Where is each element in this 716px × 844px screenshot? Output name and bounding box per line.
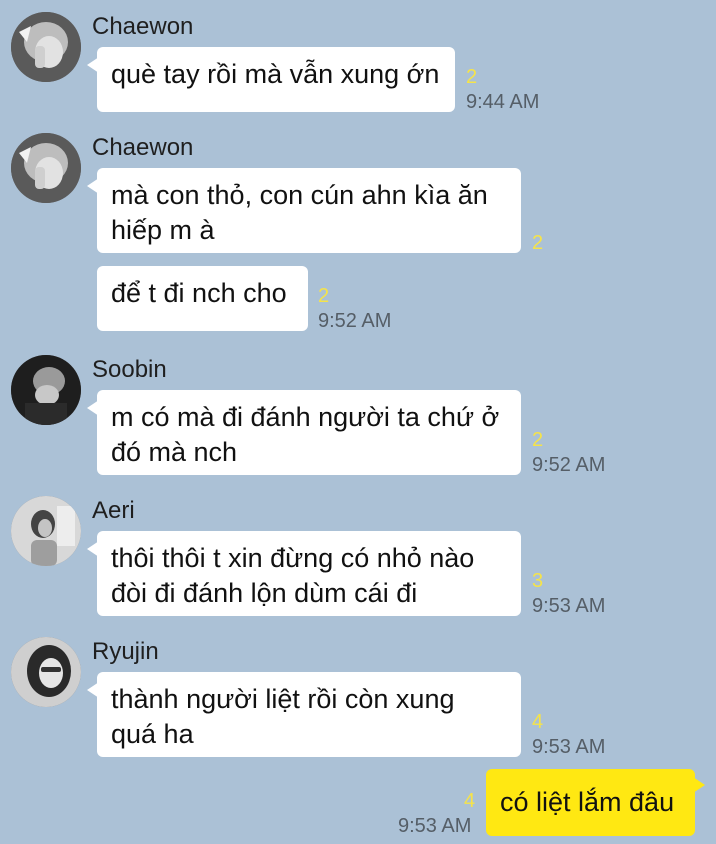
unread-count: 2: [318, 285, 330, 307]
avatar-chaewon[interactable]: [11, 133, 81, 203]
my-unread-count: 4: [464, 790, 476, 812]
message-bubble[interactable]: thôi thôi t xin đừng có nhỏ nào đòi đi đ…: [87, 531, 521, 616]
sender-name: Aeri: [92, 497, 135, 524]
sender-name: Chaewon: [92, 13, 194, 40]
my-message-time: 9:53 AM: [398, 815, 472, 837]
message-time: 9:52 AM: [318, 310, 392, 332]
unread-count: 3: [532, 570, 544, 592]
message-time: 9:52 AM: [532, 454, 606, 476]
avatar-soobin[interactable]: [11, 355, 81, 425]
my-message-bubble[interactable]: có liệt lắm đâu: [486, 769, 705, 836]
message-time: 9:44 AM: [466, 91, 540, 113]
message-time: 9:53 AM: [532, 736, 606, 758]
unread-count: 2: [532, 232, 544, 254]
avatar-chaewon[interactable]: [11, 12, 81, 82]
message-bubble[interactable]: m có mà đi đánh người ta chứ ở đó mà nch: [87, 390, 521, 475]
message-bubble[interactable]: què tay rồi mà vẫn xung ớn: [87, 47, 455, 112]
avatar-aeri[interactable]: [11, 496, 81, 566]
avatar-ryujin[interactable]: [11, 637, 81, 707]
message-bubble[interactable]: để t đi nch cho: [97, 266, 308, 331]
message-bubble[interactable]: mà con thỏ, con cún ahn kìa ăn hiếp m à: [87, 168, 521, 253]
message-time: 9:53 AM: [532, 595, 606, 617]
message-bubble[interactable]: thành người liệt rồi còn xung quá ha: [87, 672, 521, 757]
sender-name: Soobin: [92, 356, 167, 383]
sender-name: Chaewon: [92, 134, 194, 161]
unread-count: 2: [532, 429, 544, 451]
sender-name: Ryujin: [92, 638, 159, 665]
unread-count: 2: [466, 66, 478, 88]
unread-count: 4: [532, 711, 544, 733]
